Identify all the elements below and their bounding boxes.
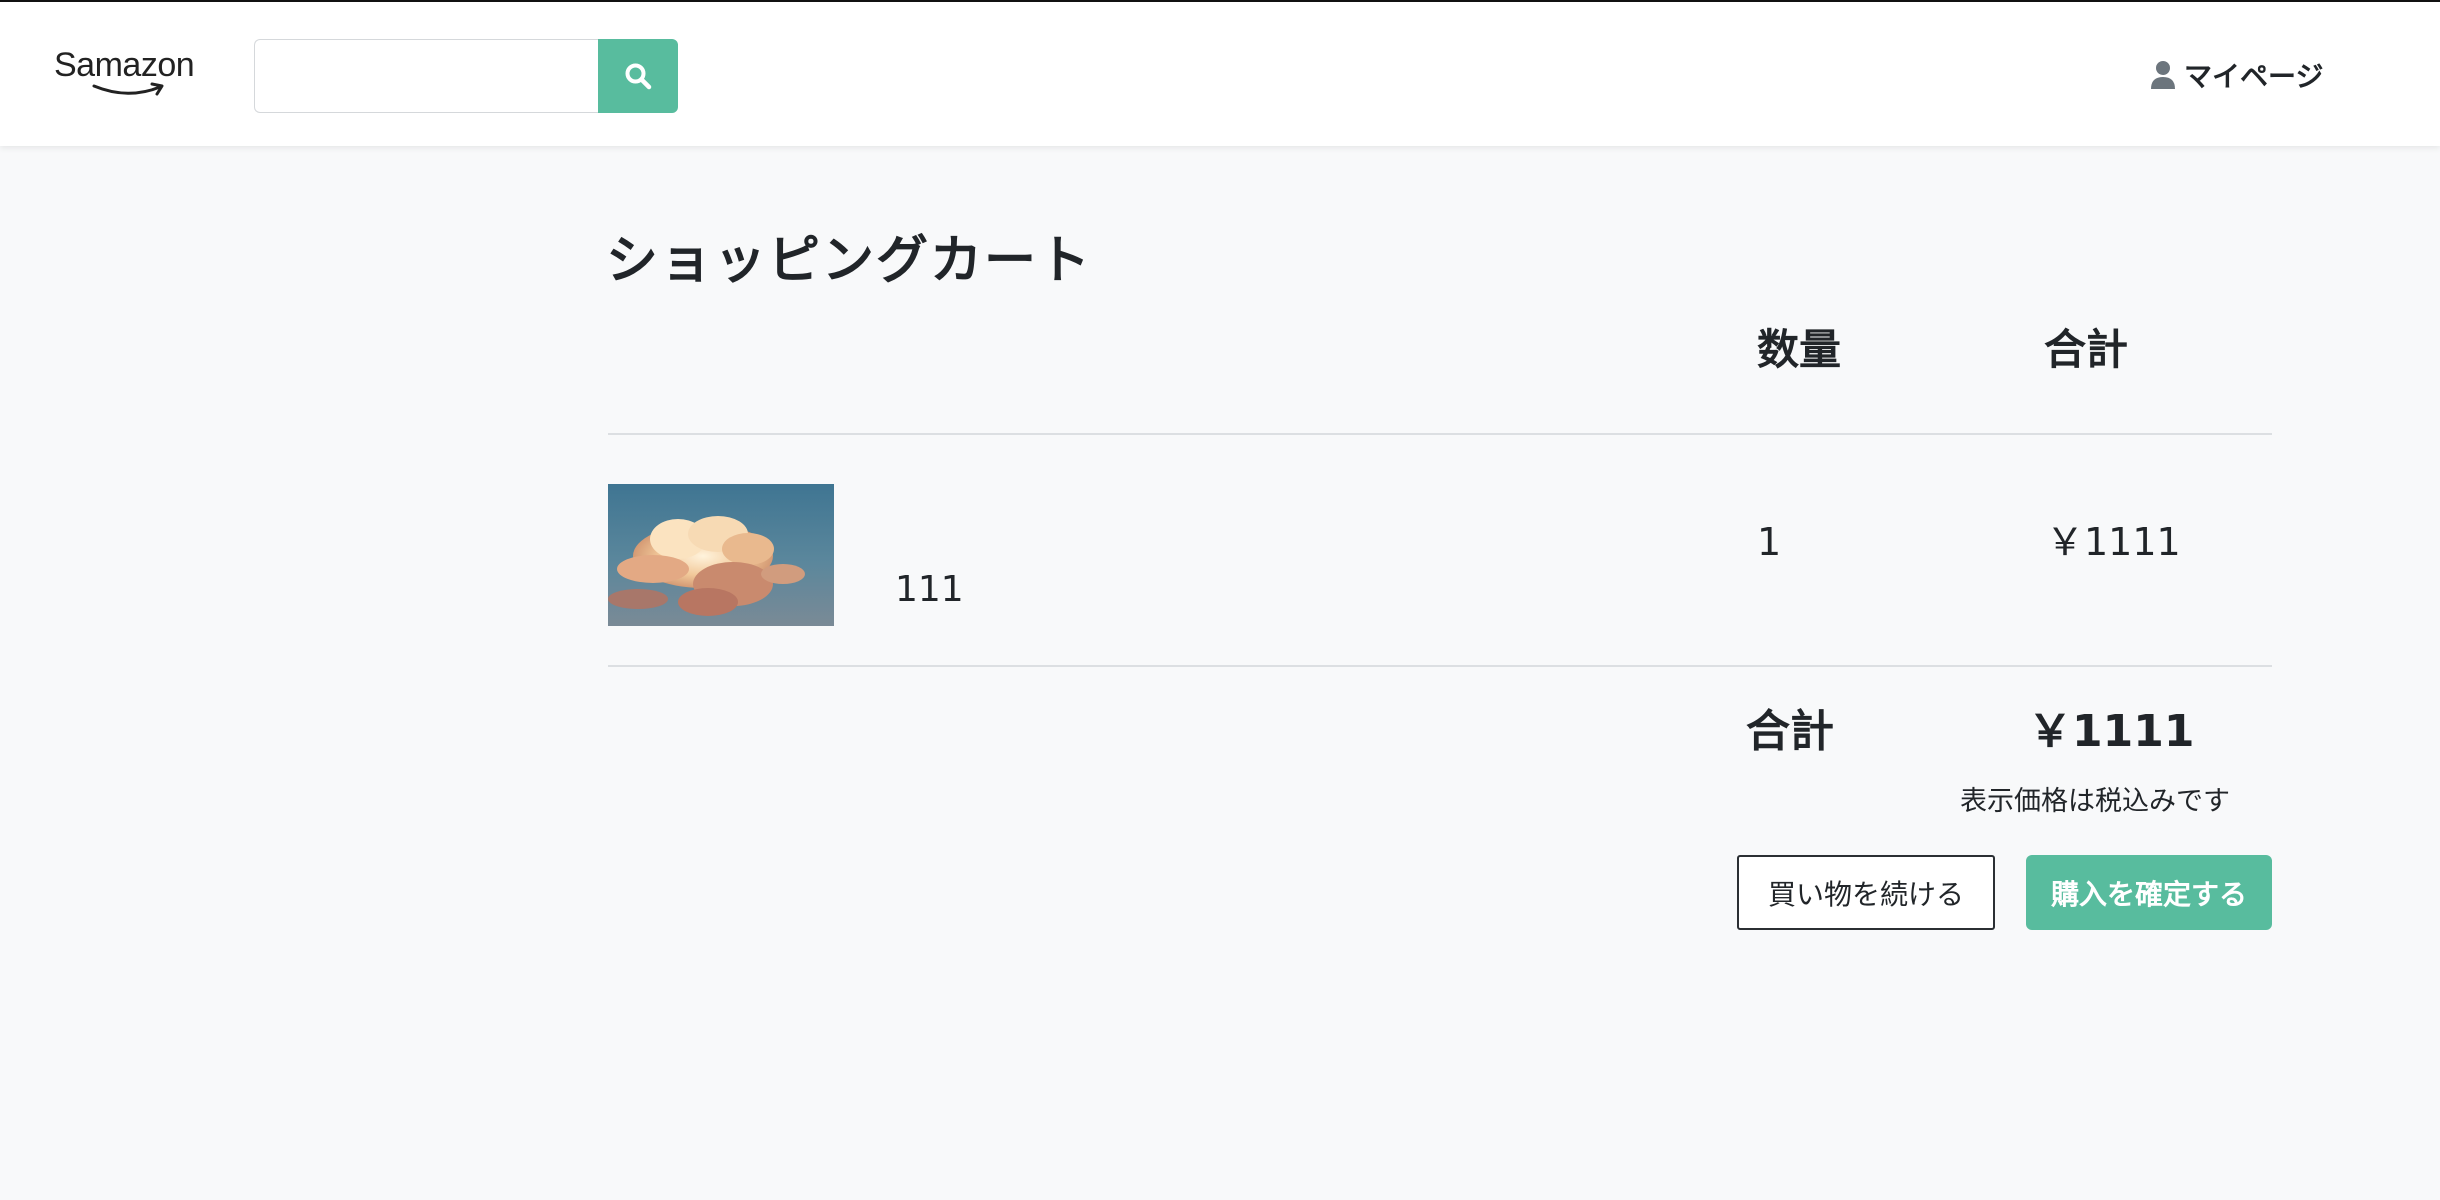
header-divider	[608, 433, 2272, 435]
samazon-logo[interactable]: Samazon	[54, 46, 204, 106]
cloud-photo	[608, 484, 834, 626]
page-title: ショッピングカート	[606, 231, 1093, 291]
search-button[interactable]	[598, 39, 678, 113]
product-name[interactable]: 111	[895, 565, 964, 615]
product-image[interactable]	[608, 484, 834, 626]
search-icon	[625, 63, 652, 90]
confirm-purchase-button[interactable]: 購入を確定する	[2026, 855, 2272, 930]
user-icon	[2151, 61, 2175, 89]
item-divider	[608, 665, 2272, 667]
mypage-label: マイページ	[2184, 60, 2324, 93]
logo-text: Samazon	[54, 46, 195, 84]
item-price: ￥1111	[2046, 520, 2181, 564]
item-quantity: 1	[1757, 520, 1782, 564]
tax-note: 表示価格は税込みです	[1960, 786, 2230, 817]
subtotal-column-header: 合計	[2044, 325, 2129, 374]
continue-shopping-button[interactable]: 買い物を続ける	[1737, 855, 1995, 930]
search-input[interactable]	[254, 39, 598, 113]
quantity-column-header: 数量	[1757, 325, 1842, 374]
site-header: Samazon マイページ	[0, 0, 2440, 146]
logo-smile-arrow	[92, 82, 164, 96]
mypage-link[interactable]: マイページ	[2150, 54, 2323, 96]
total-value: ￥1111	[2028, 706, 2195, 757]
total-label: 合計	[1746, 706, 1834, 757]
